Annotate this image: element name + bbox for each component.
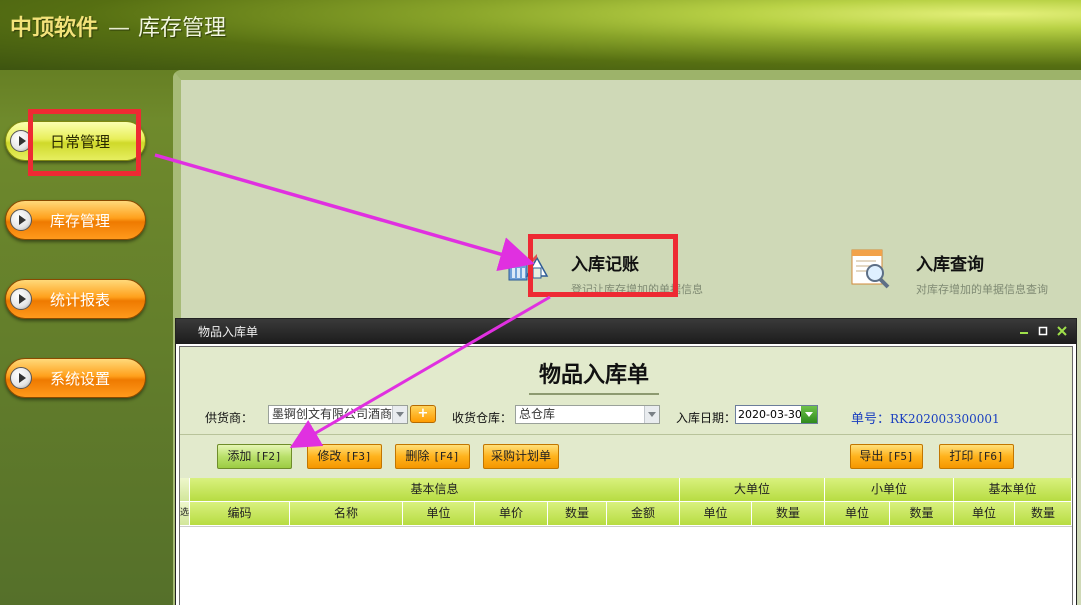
column-header[interactable]: 数量 bbox=[1015, 502, 1072, 526]
supplier-select[interactable]: 墨锕创文有限公司酒商 bbox=[268, 405, 408, 424]
add-supplier-button[interactable]: + bbox=[410, 405, 436, 423]
calendar-dropdown-icon[interactable] bbox=[801, 406, 817, 423]
play-icon bbox=[10, 209, 32, 231]
warehouse-select[interactable]: 总仓库 bbox=[515, 405, 660, 424]
warehouse-value: 总仓库 bbox=[519, 407, 556, 421]
close-icon[interactable] bbox=[1056, 325, 1068, 337]
supplier-value: 墨锕创文有限公司酒商 bbox=[272, 407, 393, 421]
form-title: 物品入库单 bbox=[529, 357, 659, 395]
add-button[interactable]: 添加 [F2] bbox=[217, 444, 292, 469]
add-button-label: 添加 bbox=[227, 449, 252, 463]
column-header[interactable]: 名称 bbox=[290, 502, 403, 526]
highlight-box-nav bbox=[28, 109, 141, 176]
edit-button[interactable]: 修改 [F3] bbox=[307, 444, 382, 469]
order-number-value: RK202003300001 bbox=[890, 412, 1000, 426]
tile-title: 入库查询 bbox=[916, 255, 984, 275]
group-header-big-unit: 大单位 bbox=[680, 478, 825, 502]
maximize-icon[interactable] bbox=[1037, 325, 1049, 337]
column-header[interactable]: 数量 bbox=[548, 502, 607, 526]
column-header[interactable]: 单位 bbox=[403, 502, 475, 526]
brand-name: 中顶软件 bbox=[10, 15, 99, 41]
toolbar-divider bbox=[180, 434, 1072, 435]
column-header[interactable]: 单位 bbox=[954, 502, 1015, 526]
chevron-down-icon bbox=[392, 406, 407, 423]
column-header[interactable]: 金额 bbox=[607, 502, 680, 526]
group-header-base-unit: 基本单位 bbox=[954, 478, 1072, 502]
chevron-down-icon bbox=[644, 406, 659, 423]
edit-button-key: [F3] bbox=[345, 450, 372, 463]
column-header[interactable]: 单位 bbox=[825, 502, 890, 526]
export-button-key: [F5] bbox=[887, 450, 914, 463]
nav-label: 系统设置 bbox=[50, 369, 111, 388]
nav-statistics-report[interactable]: 统计报表 bbox=[5, 279, 146, 319]
print-button[interactable]: 打印 [F6] bbox=[939, 444, 1014, 469]
tile-stock-in-query[interactable]: 入库查询 对库存增加的单据信息查询 bbox=[848, 246, 1048, 297]
app-header: 中顶软件 — 库存管理 bbox=[0, 0, 1081, 70]
print-button-label: 打印 bbox=[949, 449, 974, 463]
minimize-icon[interactable] bbox=[1018, 325, 1030, 337]
group-header-basic: 基本信息 bbox=[190, 478, 680, 502]
stock-in-dialog: 物品入库单 物品入库单 供货商： 墨锕创文有限公司酒商 + 收货仓库： 总仓库 … bbox=[175, 318, 1077, 605]
play-icon bbox=[10, 367, 32, 389]
column-header[interactable]: 单价 bbox=[475, 502, 548, 526]
tile-description: 对库存增加的单据信息查询 bbox=[916, 283, 1048, 296]
grid-header: 基本信息 大单位 小单位 基本单位 选 编码 名称 单位 单价 数量 金额 单位… bbox=[180, 478, 1072, 526]
date-label: 入库日期： bbox=[676, 411, 737, 425]
export-button[interactable]: 导出 [F5] bbox=[850, 444, 923, 469]
nav-inventory-management[interactable]: 库存管理 bbox=[5, 200, 146, 240]
purchase-plan-button[interactable]: 采购计划单 bbox=[483, 444, 559, 469]
row-selector-header[interactable]: 选 bbox=[180, 502, 190, 526]
date-value: 2020-03-30 bbox=[738, 408, 802, 421]
grid-body[interactable] bbox=[180, 526, 1072, 605]
edit-button-label: 修改 bbox=[317, 449, 342, 463]
group-header-small-unit: 小单位 bbox=[825, 478, 954, 502]
nav-label: 库存管理 bbox=[50, 211, 111, 230]
title-separator: — bbox=[108, 16, 131, 41]
play-icon bbox=[10, 288, 32, 310]
nav-label: 统计报表 bbox=[50, 290, 111, 309]
dialog-title: 物品入库单 bbox=[198, 325, 259, 339]
column-header[interactable]: 编码 bbox=[190, 502, 290, 526]
dialog-body: 物品入库单 供货商： 墨锕创文有限公司酒商 + 收货仓库： 总仓库 入库日期： … bbox=[179, 346, 1073, 605]
column-header[interactable]: 数量 bbox=[890, 502, 954, 526]
supplier-label: 供货商： bbox=[205, 411, 254, 425]
print-button-key: [F6] bbox=[977, 450, 1004, 463]
dialog-titlebar[interactable]: 物品入库单 bbox=[176, 319, 1076, 344]
highlight-box-tile bbox=[528, 234, 678, 297]
items-grid: 基本信息 大单位 小单位 基本单位 选 编码 名称 单位 单价 数量 金额 单位… bbox=[180, 478, 1072, 605]
column-header[interactable]: 数量 bbox=[752, 502, 825, 526]
date-picker[interactable]: 2020-03-30 bbox=[735, 405, 818, 424]
app-title: 中顶软件 — 库存管理 bbox=[10, 10, 226, 42]
order-number-label: 单号： bbox=[851, 412, 891, 427]
module-name: 库存管理 bbox=[138, 16, 227, 41]
column-header[interactable]: 单位 bbox=[680, 502, 752, 526]
warehouse-label: 收货仓库： bbox=[452, 411, 513, 425]
delete-button-key: [F4] bbox=[433, 450, 460, 463]
export-button-label: 导出 bbox=[859, 449, 884, 463]
grid-corner bbox=[180, 478, 190, 502]
nav-system-settings[interactable]: 系统设置 bbox=[5, 358, 146, 398]
search-document-icon bbox=[848, 246, 894, 292]
delete-button[interactable]: 删除 [F4] bbox=[395, 444, 470, 469]
order-number: 单号：RK202003300001 bbox=[851, 408, 1000, 427]
delete-button-label: 删除 bbox=[405, 449, 430, 463]
add-button-key: [F2] bbox=[255, 450, 282, 463]
